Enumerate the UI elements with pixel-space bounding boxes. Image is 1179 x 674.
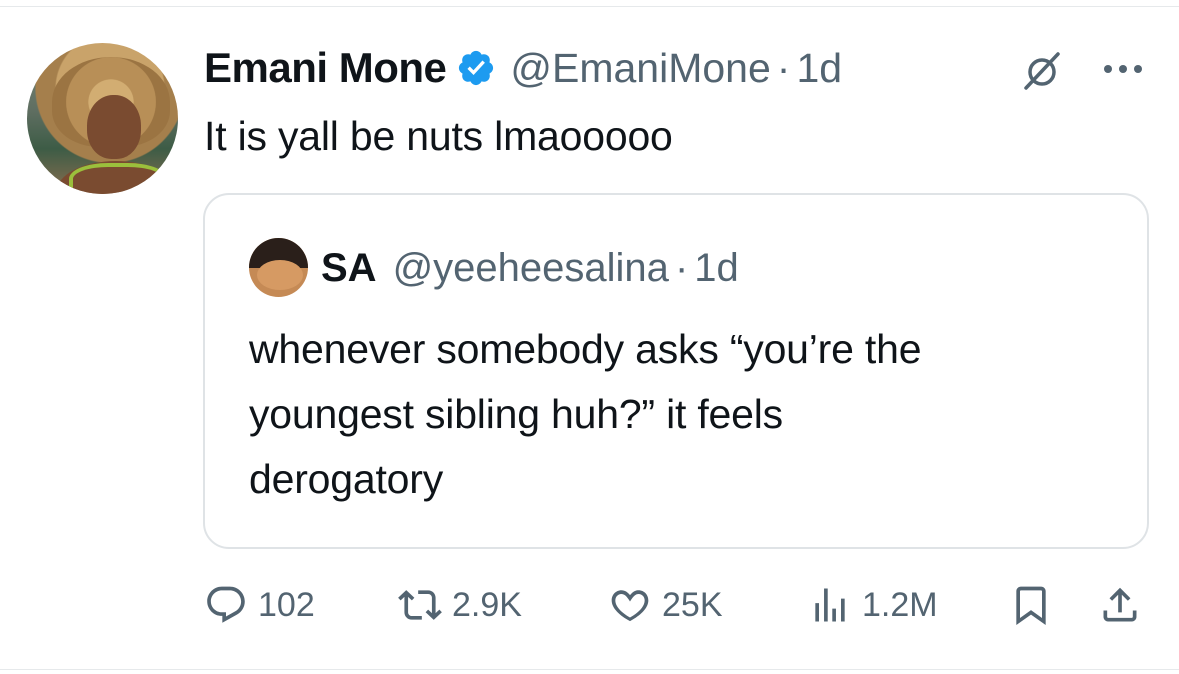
author-name[interactable]: Emani Mone [204, 44, 447, 92]
grok-icon[interactable] [1022, 48, 1062, 92]
tweet-text: It is yall be nuts lmaooooo [204, 113, 673, 159]
tweet-header: Emani Mone @EmaniMone · 1d [204, 38, 842, 98]
author-avatar[interactable] [27, 43, 178, 194]
quoted-author-avatar [249, 238, 308, 297]
share-icon [1103, 587, 1137, 622]
separator-dot: · [776, 44, 791, 91]
reply-icon [207, 586, 245, 623]
quoted-author-name: SA [321, 245, 377, 290]
quoted-text-line: derogatory [249, 456, 444, 502]
separator-dot: · [674, 245, 689, 290]
reply-button[interactable]: 102 [204, 580, 315, 630]
verified-badge-icon [459, 50, 494, 86]
retweet-icon [398, 590, 442, 620]
more-icon[interactable] [1101, 62, 1145, 76]
quoted-text-line: youngest sibling huh?” it feels [249, 391, 783, 437]
quoted-text-line: whenever somebody asks “you’re the [249, 326, 922, 372]
like-button[interactable]: 25K [608, 580, 723, 630]
views-button[interactable]: 1.2M [808, 580, 938, 630]
bookmark-icon [1016, 586, 1046, 626]
tweet-time[interactable]: 1d [796, 45, 842, 92]
views-count: 1.2M [862, 585, 938, 624]
quoted-tweet-time: 1d [694, 245, 739, 290]
quoted-tweet-text: whenever somebody asks “you’re the young… [249, 317, 1129, 512]
quoted-tweet-card[interactable]: SA @yeeheesalina · 1d whenever somebody … [203, 193, 1149, 549]
retweet-count: 2.9K [452, 585, 522, 624]
quoted-author-handle: @yeeheesalina [392, 245, 669, 290]
author-handle[interactable]: @EmaniMone [510, 45, 770, 92]
top-divider [0, 6, 1179, 7]
heart-icon [611, 590, 649, 622]
bookmark-button[interactable] [1009, 580, 1053, 630]
quoted-tweet-header: SA @yeeheesalina · 1d [321, 241, 739, 295]
bottom-divider [0, 669, 1179, 670]
like-count: 25K [662, 585, 723, 624]
retweet-button[interactable]: 2.9K [398, 580, 522, 630]
views-icon [815, 588, 845, 622]
reply-count: 102 [258, 585, 315, 624]
share-button[interactable] [1098, 580, 1142, 630]
